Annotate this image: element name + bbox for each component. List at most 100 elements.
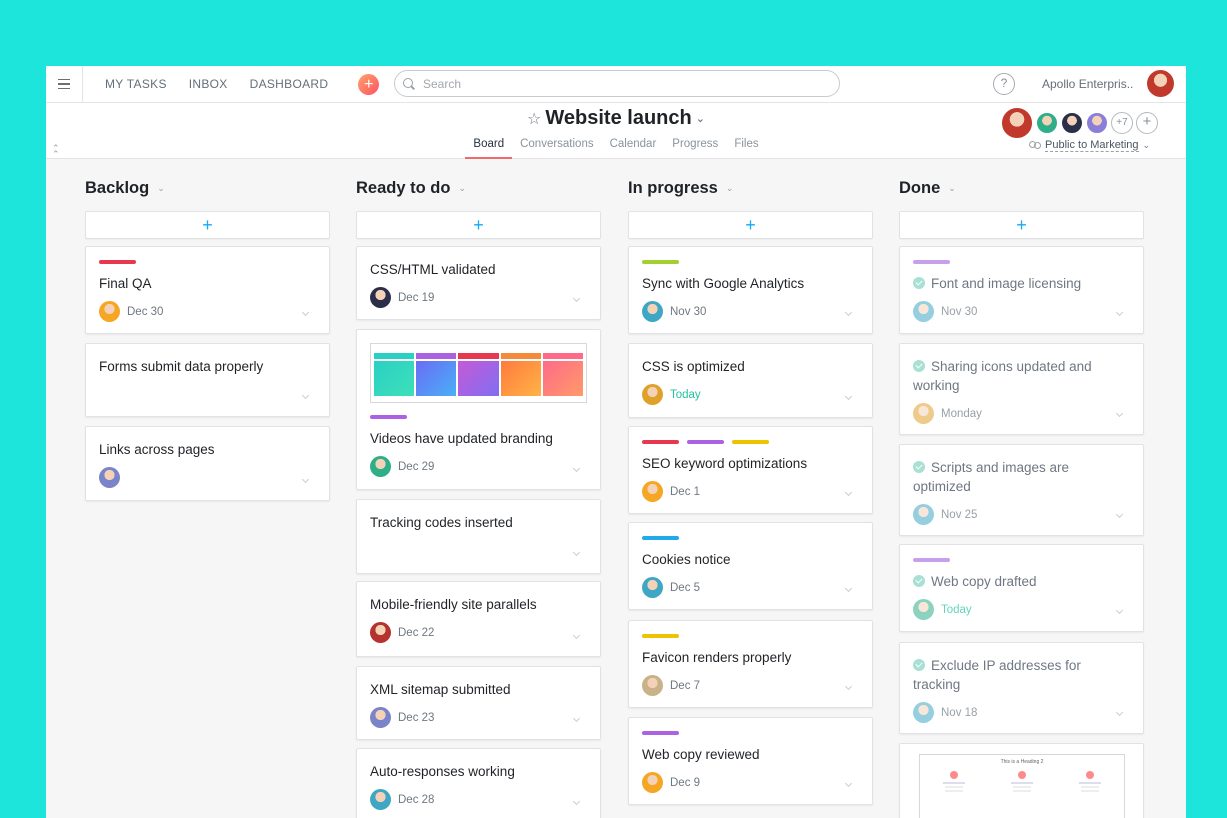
assignee-avatar[interactable]	[99, 301, 120, 322]
task-card[interactable]: Auto-responses working Dec 28	[356, 748, 601, 818]
nav-dashboard[interactable]: DASHBOARD	[250, 77, 329, 91]
task-card[interactable]: Sync with Google Analytics Nov 30	[628, 246, 873, 334]
chevron-down-icon[interactable]: ⌄	[696, 112, 705, 125]
task-card[interactable]: Scripts and images are optimized Nov 25	[899, 444, 1144, 536]
task-card[interactable]: Web copy reviewed Dec 9	[628, 717, 873, 805]
more-members-button[interactable]: +7	[1111, 112, 1133, 134]
member-avatar[interactable]	[1061, 112, 1083, 134]
column-header[interactable]: In progress ⌄	[628, 179, 873, 207]
chevron-down-icon[interactable]: ⌄	[458, 183, 466, 194]
assignee-avatar[interactable]	[642, 577, 663, 598]
tab-conversations[interactable]: Conversations	[512, 138, 602, 155]
due-date[interactable]: Nov 30	[941, 306, 977, 318]
due-date[interactable]: Dec 23	[398, 712, 434, 724]
tab-progress[interactable]: Progress	[664, 138, 726, 155]
task-card[interactable]: Forms submit data properly	[85, 343, 330, 417]
member-avatar[interactable]	[1086, 112, 1108, 134]
attachment-thumbnail[interactable]: This is a Heading 2	[919, 754, 1125, 818]
assignee-avatar[interactable]	[642, 301, 663, 322]
due-date[interactable]: Today	[670, 389, 701, 401]
due-date[interactable]: Dec 22	[398, 627, 434, 639]
add-task-button[interactable]: +	[85, 211, 330, 239]
due-date[interactable]: Dec 1	[670, 486, 700, 498]
column-header[interactable]: Backlog ⌄	[85, 179, 330, 207]
assignee-avatar[interactable]	[913, 301, 934, 322]
attachment-thumbnail[interactable]	[370, 343, 587, 403]
assignee-avatar[interactable]	[642, 384, 663, 405]
assignee-avatar[interactable]	[913, 702, 934, 723]
due-date[interactable]: Today	[941, 604, 972, 616]
assignee-avatar[interactable]	[913, 403, 934, 424]
check-icon[interactable]	[913, 461, 925, 473]
member-avatar[interactable]	[1001, 107, 1033, 139]
tab-board[interactable]: Board	[465, 138, 512, 159]
chevron-down-icon[interactable]	[572, 548, 581, 557]
task-card[interactable]: Mobile-friendly site parallels Dec 22	[356, 581, 601, 657]
task-card[interactable]: Exclude IP addresses for tracking Nov 18	[899, 642, 1144, 734]
search-input[interactable]	[423, 76, 803, 91]
search-bar[interactable]	[394, 70, 840, 97]
task-card[interactable]: Favicon renders properly Dec 7	[628, 620, 873, 708]
assignee-avatar[interactable]	[913, 504, 934, 525]
check-icon[interactable]	[913, 575, 925, 587]
task-card[interactable]: Web copy drafted Today	[899, 544, 1144, 632]
due-date[interactable]: Monday	[941, 408, 982, 420]
assignee-avatar[interactable]	[370, 707, 391, 728]
task-card[interactable]: This is a Heading 2	[899, 743, 1144, 818]
assignee-avatar[interactable]	[642, 772, 663, 793]
due-date[interactable]: Dec 5	[670, 582, 700, 594]
task-card[interactable]: Font and image licensing Nov 30	[899, 246, 1144, 334]
check-icon[interactable]	[913, 659, 925, 671]
task-card[interactable]: CSS is optimized Today	[628, 343, 873, 418]
add-task-button[interactable]: +	[628, 211, 873, 239]
task-card[interactable]: Links across pages	[85, 426, 330, 501]
due-date[interactable]: Nov 30	[670, 306, 706, 318]
task-card[interactable]: XML sitemap submitted Dec 23	[356, 666, 601, 740]
due-date[interactable]: Dec 7	[670, 680, 700, 692]
due-date[interactable]: Dec 9	[670, 777, 700, 789]
chevron-down-icon[interactable]: ⌄	[157, 183, 165, 194]
column-header[interactable]: Done ⌄	[899, 179, 1144, 207]
org-switcher[interactable]: Apollo Enterpris..	[1042, 77, 1133, 91]
task-card[interactable]: Cookies notice Dec 5	[628, 522, 873, 610]
assignee-avatar[interactable]	[370, 622, 391, 643]
task-card[interactable]: Final QA Dec 30	[85, 246, 330, 334]
assignee-avatar[interactable]	[370, 456, 391, 477]
due-date[interactable]: Nov 25	[941, 509, 977, 521]
assignee-avatar[interactable]	[642, 675, 663, 696]
star-icon[interactable]: ☆	[527, 111, 541, 128]
nav-my-tasks[interactable]: MY TASKS	[105, 77, 167, 91]
check-icon[interactable]	[913, 360, 925, 372]
add-member-button[interactable]: +	[1136, 112, 1158, 134]
privacy-setting[interactable]: Public to Marketing ⌄	[1029, 139, 1150, 152]
task-card[interactable]: SEO keyword optimizations Dec 1	[628, 426, 873, 514]
help-button[interactable]: ?	[993, 73, 1015, 95]
due-date[interactable]: Dec 19	[398, 292, 434, 304]
assignee-avatar[interactable]	[370, 789, 391, 810]
member-avatar[interactable]	[1036, 112, 1058, 134]
user-avatar[interactable]	[1147, 70, 1174, 97]
due-date[interactable]: Dec 30	[127, 306, 163, 318]
task-card[interactable]: CSS/HTML validated Dec 19	[356, 246, 601, 320]
collapse-header-icon[interactable]: ⌃ ⌃	[52, 144, 60, 159]
quick-add-button[interactable]: +	[358, 73, 380, 95]
add-task-button[interactable]: +	[899, 211, 1144, 239]
due-date[interactable]: Dec 29	[398, 461, 434, 473]
chevron-down-icon[interactable]: ⌄	[948, 183, 956, 194]
task-card[interactable]: Tracking codes inserted	[356, 499, 601, 574]
tab-files[interactable]: Files	[726, 138, 766, 155]
nav-inbox[interactable]: INBOX	[189, 77, 228, 91]
task-card[interactable]: Sharing icons updated and working Monday	[899, 343, 1144, 435]
column-header[interactable]: Ready to do ⌄	[356, 179, 601, 207]
assignee-avatar[interactable]	[642, 481, 663, 502]
assignee-avatar[interactable]	[99, 467, 120, 488]
due-date[interactable]: Dec 28	[398, 794, 434, 806]
add-task-button[interactable]: +	[356, 211, 601, 239]
check-icon[interactable]	[913, 277, 925, 289]
task-card[interactable]: Videos have updated branding Dec 29	[356, 329, 601, 490]
assignee-avatar[interactable]	[913, 599, 934, 620]
chevron-down-icon[interactable]: ⌄	[726, 183, 734, 194]
assignee-avatar[interactable]	[370, 287, 391, 308]
menu-icon[interactable]	[46, 66, 83, 103]
chevron-down-icon[interactable]	[301, 391, 310, 400]
